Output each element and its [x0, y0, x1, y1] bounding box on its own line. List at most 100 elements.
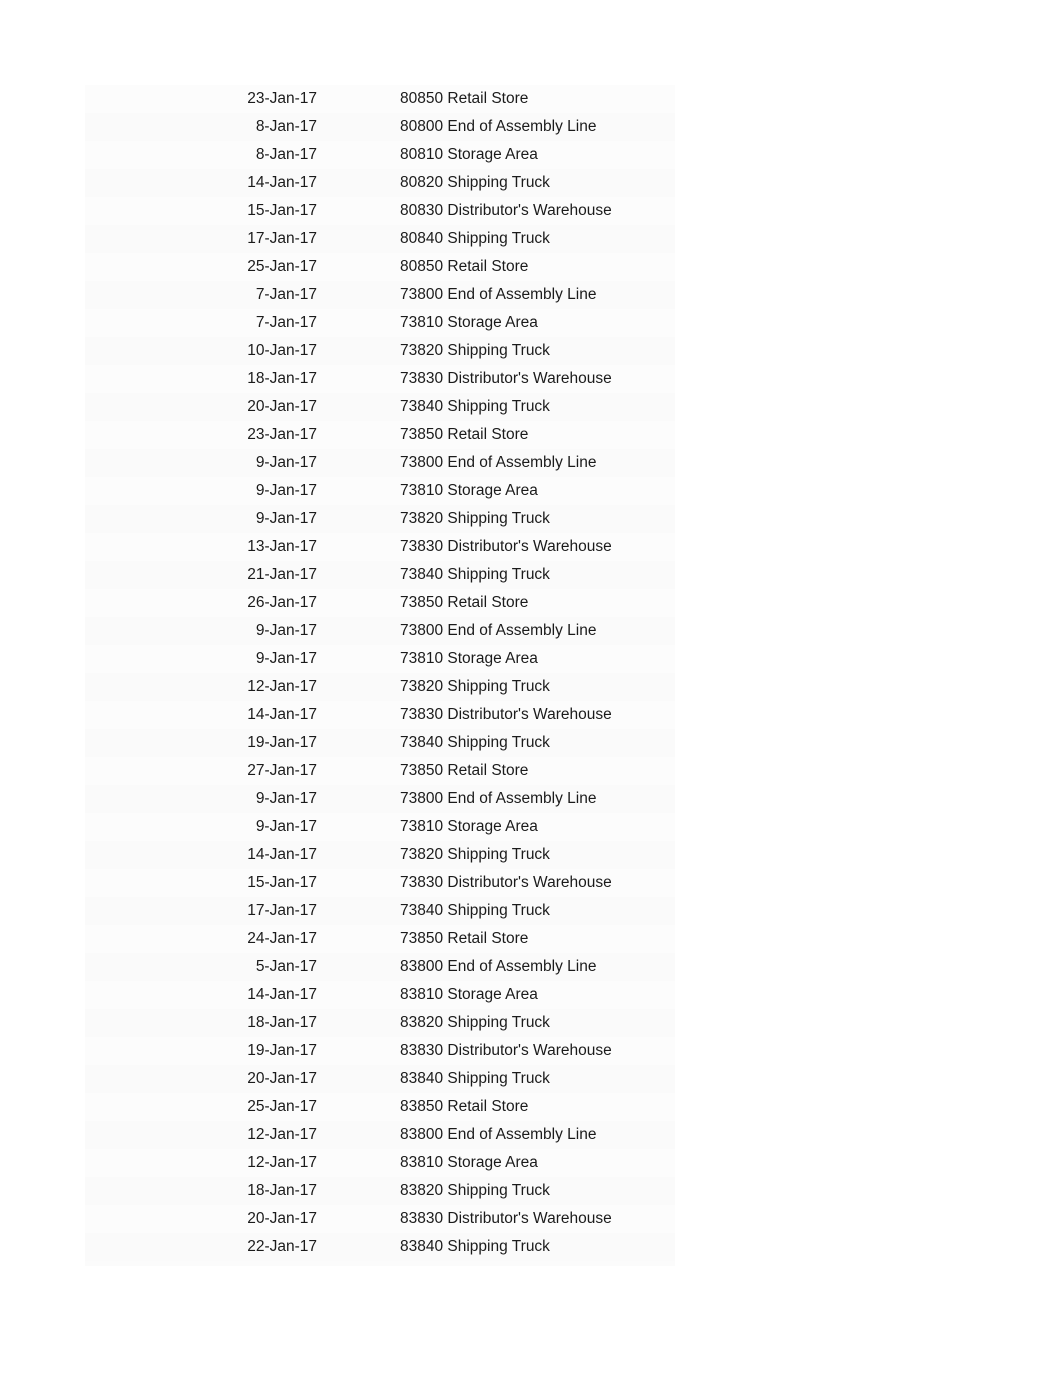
cell-date[interactable]: 20-Jan-17 [190, 393, 317, 421]
cell-location[interactable]: 83850 Retail Store [400, 1093, 675, 1121]
cell-blank[interactable] [85, 393, 190, 421]
cell-location[interactable]: 83810 Storage Area [400, 981, 675, 1009]
cell-date[interactable]: 14-Jan-17 [190, 169, 317, 197]
cell-location[interactable]: 80850 Retail Store [400, 253, 675, 281]
cell-gap[interactable] [317, 813, 400, 841]
table-row[interactable]: 18-Jan-17 83820 Shipping Truck [85, 1177, 675, 1205]
cell-gap[interactable] [317, 925, 400, 953]
cell-location[interactable]: 73830 Distributor's Warehouse [400, 365, 675, 393]
cell-date[interactable]: 9-Jan-17 [190, 505, 317, 533]
cell-blank[interactable] [85, 561, 190, 589]
table-row[interactable]: 21-Jan-17 73840 Shipping Truck [85, 561, 675, 589]
cell-date[interactable]: 26-Jan-17 [190, 589, 317, 617]
cell-location[interactable]: 73840 Shipping Truck [400, 897, 675, 925]
cell-location[interactable]: 73810 Storage Area [400, 309, 675, 337]
cell-gap[interactable] [317, 1009, 400, 1037]
cell-gap[interactable] [317, 617, 400, 645]
cell-blank[interactable] [85, 337, 190, 365]
cell-gap[interactable] [317, 1233, 400, 1261]
table-row[interactable]: 18-Jan-17 73830 Distributor's Warehouse [85, 365, 675, 393]
cell-gap[interactable] [317, 1093, 400, 1121]
cell-gap[interactable] [317, 1037, 400, 1065]
cell-date[interactable]: 14-Jan-17 [190, 841, 317, 869]
cell-location[interactable]: 73830 Distributor's Warehouse [400, 869, 675, 897]
table-row[interactable]: 23-Jan-17 73850 Retail Store [85, 421, 675, 449]
cell-blank[interactable] [85, 1121, 190, 1149]
cell-blank[interactable] [85, 309, 190, 337]
cell-date[interactable]: 15-Jan-17 [190, 869, 317, 897]
cell-location[interactable]: 80830 Distributor's Warehouse [400, 197, 675, 225]
cell-blank[interactable] [85, 505, 190, 533]
cell-gap[interactable] [317, 421, 400, 449]
cell-location[interactable]: 73800 End of Assembly Line [400, 617, 675, 645]
table-row[interactable]: 12-Jan-17 73820 Shipping Truck [85, 673, 675, 701]
cell-gap[interactable] [317, 533, 400, 561]
cell-location[interactable]: 73850 Retail Store [400, 589, 675, 617]
cell-date[interactable]: 17-Jan-17 [190, 225, 317, 253]
table-row[interactable]: 18-Jan-17 83820 Shipping Truck [85, 1009, 675, 1037]
cell-blank[interactable] [85, 729, 190, 757]
cell-location[interactable]: 73800 End of Assembly Line [400, 281, 675, 309]
cell-gap[interactable] [317, 281, 400, 309]
cell-date[interactable]: 27-Jan-17 [190, 757, 317, 785]
cell-gap[interactable] [317, 1205, 400, 1233]
cell-date[interactable]: 14-Jan-17 [190, 701, 317, 729]
table-row[interactable]: 9-Jan-17 73800 End of Assembly Line [85, 617, 675, 645]
cell-location[interactable]: 83840 Shipping Truck [400, 1065, 675, 1093]
cell-location[interactable]: 73810 Storage Area [400, 645, 675, 673]
table-row[interactable]: 22-Jan-17 83840 Shipping Truck [85, 1233, 675, 1261]
table-row[interactable]: 27-Jan-17 73850 Retail Store [85, 757, 675, 785]
cell-location[interactable]: 83840 Shipping Truck [400, 1233, 675, 1261]
cell-gap[interactable] [317, 589, 400, 617]
table-row[interactable]: 19-Jan-17 83830 Distributor's Warehouse [85, 1037, 675, 1065]
cell-date[interactable]: 7-Jan-17 [190, 309, 317, 337]
cell-blank[interactable] [85, 477, 190, 505]
cell-location[interactable]: 83830 Distributor's Warehouse [400, 1037, 675, 1065]
cell-location[interactable]: 73830 Distributor's Warehouse [400, 533, 675, 561]
cell-date[interactable]: 9-Jan-17 [190, 477, 317, 505]
table-row[interactable]: 7-Jan-17 73810 Storage Area [85, 309, 675, 337]
cell-blank[interactable] [85, 813, 190, 841]
cell-gap[interactable] [317, 197, 400, 225]
table-row[interactable]: 8-Jan-17 80800 End of Assembly Line [85, 113, 675, 141]
cell-gap[interactable] [317, 1121, 400, 1149]
cell-location[interactable]: 80850 Retail Store [400, 85, 675, 113]
table-row[interactable]: 19-Jan-17 73840 Shipping Truck [85, 729, 675, 757]
cell-date[interactable]: 12-Jan-17 [190, 1121, 317, 1149]
cell-gap[interactable] [317, 169, 400, 197]
cell-blank[interactable] [85, 785, 190, 813]
cell-date[interactable]: 22-Jan-17 [190, 1233, 317, 1261]
cell-date[interactable]: 7-Jan-17 [190, 281, 317, 309]
cell-location[interactable]: 73820 Shipping Truck [400, 505, 675, 533]
cell-blank[interactable] [85, 225, 190, 253]
table-row[interactable]: 20-Jan-17 73840 Shipping Truck [85, 393, 675, 421]
table-row[interactable]: 14-Jan-17 73820 Shipping Truck [85, 841, 675, 869]
cell-location[interactable]: 83810 Storage Area [400, 1149, 675, 1177]
cell-blank[interactable] [85, 645, 190, 673]
cell-location[interactable]: 73800 End of Assembly Line [400, 449, 675, 477]
cell-date[interactable]: 19-Jan-17 [190, 1037, 317, 1065]
cell-location[interactable]: 80820 Shipping Truck [400, 169, 675, 197]
cell-date[interactable]: 18-Jan-17 [190, 365, 317, 393]
table-row[interactable]: 13-Jan-17 73830 Distributor's Warehouse [85, 533, 675, 561]
cell-gap[interactable] [317, 785, 400, 813]
cell-blank[interactable] [85, 1177, 190, 1205]
cell-location[interactable]: 73820 Shipping Truck [400, 337, 675, 365]
cell-gap[interactable] [317, 225, 400, 253]
cell-blank[interactable] [85, 897, 190, 925]
cell-gap[interactable] [317, 729, 400, 757]
table-row[interactable]: 15-Jan-17 80830 Distributor's Warehouse [85, 197, 675, 225]
cell-blank[interactable] [85, 1149, 190, 1177]
cell-blank[interactable] [85, 953, 190, 981]
cell-gap[interactable] [317, 393, 400, 421]
cell-blank[interactable] [85, 85, 190, 113]
cell-date[interactable]: 17-Jan-17 [190, 897, 317, 925]
cell-location[interactable]: 73810 Storage Area [400, 477, 675, 505]
cell-blank[interactable] [85, 1009, 190, 1037]
cell-date[interactable]: 9-Jan-17 [190, 645, 317, 673]
table-row[interactable]: 9-Jan-17 73800 End of Assembly Line [85, 449, 675, 477]
cell-date[interactable]: 18-Jan-17 [190, 1009, 317, 1037]
cell-location[interactable]: 73850 Retail Store [400, 757, 675, 785]
cell-date[interactable]: 25-Jan-17 [190, 1093, 317, 1121]
table-row[interactable]: 14-Jan-17 73830 Distributor's Warehouse [85, 701, 675, 729]
